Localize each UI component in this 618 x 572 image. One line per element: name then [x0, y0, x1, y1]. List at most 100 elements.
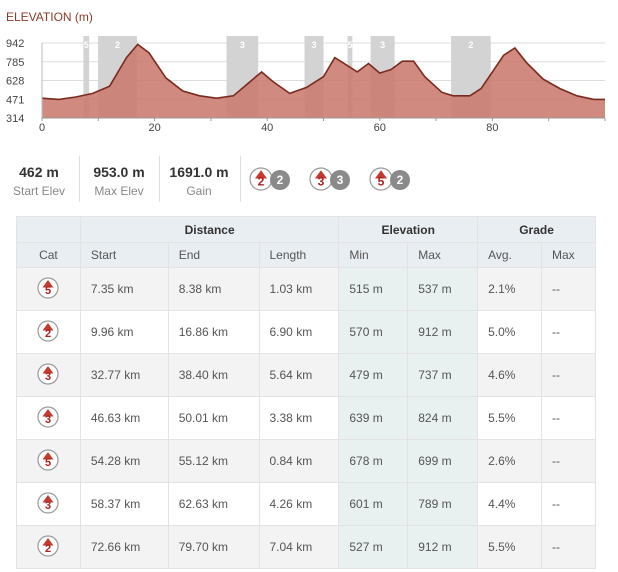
start-cell: 58.37 km — [79, 482, 169, 526]
badge-number: 2 — [258, 175, 265, 189]
cat-cell: 3 — [16, 396, 81, 440]
min-elev-cell: 515 m — [338, 267, 409, 311]
climb-category-icon: 5 — [37, 448, 60, 471]
length-cell: 0.84 km — [258, 439, 340, 483]
max-grade-cell: -- — [541, 353, 596, 397]
badge-number: 3 — [45, 414, 51, 426]
cat-column-header[interactable]: Cat — [16, 242, 81, 268]
cat-2-count: 2 — [270, 170, 290, 190]
gain-value: 1691.0 m — [169, 164, 229, 180]
climb-category-icon: 2 — [37, 319, 60, 342]
climb-category-icon: 3 — [37, 491, 60, 514]
max-elev-column-header[interactable]: Max — [407, 242, 479, 268]
max-elev-cell: 912 m — [407, 525, 479, 569]
length-column-header[interactable]: Length — [258, 242, 340, 268]
grade-group-header: Grade — [477, 216, 596, 243]
table-row[interactable]: 2 72.66 km 79.70 km 7.04 km 527 m 912 m … — [16, 525, 596, 569]
x-tick-label: 40 — [261, 122, 273, 134]
max-grade-cell: -- — [541, 525, 596, 569]
max-elev-cell: 789 m — [407, 482, 479, 526]
min-elev-cell: 479 m — [338, 353, 409, 397]
end-cell: 79.70 km — [167, 525, 260, 569]
badge-number: 3 — [318, 175, 325, 189]
start-cell: 32.77 km — [79, 353, 169, 397]
climb-band-label: 3 — [312, 40, 317, 50]
length-cell: 7.04 km — [258, 525, 340, 569]
y-tick-label: 314 — [6, 113, 24, 125]
y-tick-label: 628 — [6, 76, 24, 88]
avg-grade-cell: 5.5% — [477, 396, 542, 440]
cat-count-2: 2 2 — [248, 166, 296, 191]
elevation-chart: ELEVATION (m) 5 2 3 3 5 3 2 942 785 628 471 314 0 20… — [6, 10, 606, 134]
cat-cell: 2 — [16, 525, 81, 569]
badge-number: 3 — [45, 500, 51, 512]
y-tick-label: 471 — [6, 94, 24, 106]
avg-grade-cell: 2.1% — [477, 267, 542, 311]
y-tick-label: 942 — [6, 38, 24, 50]
table-row[interactable]: 2 9.96 km 16.86 km 6.90 km 570 m 912 m 5… — [16, 310, 596, 354]
climb-category-icon: 2 — [37, 534, 60, 557]
table-row[interactable]: 3 46.63 km 50.01 km 3.38 km 639 m 824 m … — [16, 396, 596, 440]
x-tick-label: 80 — [486, 122, 498, 134]
cat-count-5: 5 2 — [368, 166, 416, 191]
avg-grade-cell: 5.0% — [477, 310, 542, 354]
badge-number: 2 — [45, 543, 51, 555]
min-elev-cell: 570 m — [338, 310, 409, 354]
cat-cell: 3 — [16, 482, 81, 526]
start-cell: 9.96 km — [79, 310, 169, 354]
climb-band-label: 2 — [468, 40, 473, 50]
min-elev-cell: 527 m — [338, 525, 409, 569]
avg-grade-cell: 2.6% — [477, 439, 542, 483]
gain-label: Gain — [186, 184, 212, 198]
min-elev-cell: 639 m — [338, 396, 409, 440]
length-cell: 4.26 km — [258, 482, 340, 526]
avg-grade-cell: 4.6% — [477, 353, 542, 397]
table-row[interactable]: 5 54.28 km 55.12 km 0.84 km 678 m 699 m … — [16, 439, 596, 483]
end-cell: 62.63 km — [167, 482, 260, 526]
climb-category-icon: 5 — [37, 276, 60, 299]
table-row[interactable]: 5 7.35 km 8.38 km 1.03 km 515 m 537 m 2.… — [16, 267, 596, 311]
max-grade-column-header[interactable]: Max — [541, 242, 596, 268]
start-cell: 7.35 km — [79, 267, 169, 311]
climb-category-icon: 3 — [37, 405, 60, 428]
climb-band-label: 5 — [347, 40, 352, 50]
chart-title: ELEVATION (m) — [6, 10, 93, 24]
start-elev-stat: 462 m Start Elev — [0, 152, 78, 204]
badge-number: 5 — [378, 175, 385, 189]
x-tick-label: 20 — [148, 122, 160, 134]
distance-group-header: Distance — [79, 216, 340, 243]
length-cell: 5.64 km — [258, 353, 340, 397]
length-cell: 1.03 km — [258, 267, 340, 311]
min-elev-cell: 678 m — [338, 439, 409, 483]
climb-band-label: 2 — [115, 40, 120, 50]
x-tick-label: 60 — [374, 122, 386, 134]
max-grade-cell: -- — [541, 267, 596, 311]
gain-stat: 1691.0 m Gain — [160, 152, 238, 204]
max-grade-cell: -- — [541, 482, 596, 526]
cat-count-3: 3 3 — [308, 166, 356, 191]
end-cell: 8.38 km — [167, 267, 260, 311]
cat-3-count: 3 — [330, 170, 350, 190]
climb-band-label: 5 — [84, 40, 89, 50]
table-row[interactable]: 3 58.37 km 62.63 km 4.26 km 601 m 789 m … — [16, 482, 596, 526]
elevation-group-header: Elevation — [338, 216, 479, 243]
end-cell: 50.01 km — [167, 396, 260, 440]
start-column-header[interactable]: Start — [79, 242, 169, 268]
y-tick-label: 785 — [6, 57, 24, 69]
end-cell: 55.12 km — [167, 439, 260, 483]
min-elev-column-header[interactable]: Min — [338, 242, 409, 268]
avg-grade-column-header[interactable]: Avg. — [477, 242, 542, 268]
end-column-header[interactable]: End — [167, 242, 260, 268]
max-elev-cell: 737 m — [407, 353, 479, 397]
max-grade-cell: -- — [541, 439, 596, 483]
start-cell: 54.28 km — [79, 439, 169, 483]
max-elev-label: Max Elev — [94, 184, 144, 198]
cat-cell: 3 — [16, 353, 81, 397]
start-elev-value: 462 m — [19, 164, 59, 180]
max-elev-stat: 953.0 m Max Elev — [80, 152, 158, 204]
badge-number: 3 — [45, 371, 51, 383]
table-row[interactable]: 3 32.77 km 38.40 km 5.64 km 479 m 737 m … — [16, 353, 596, 397]
stat-divider — [240, 156, 241, 202]
max-grade-cell: -- — [541, 310, 596, 354]
avg-grade-cell: 4.4% — [477, 482, 542, 526]
